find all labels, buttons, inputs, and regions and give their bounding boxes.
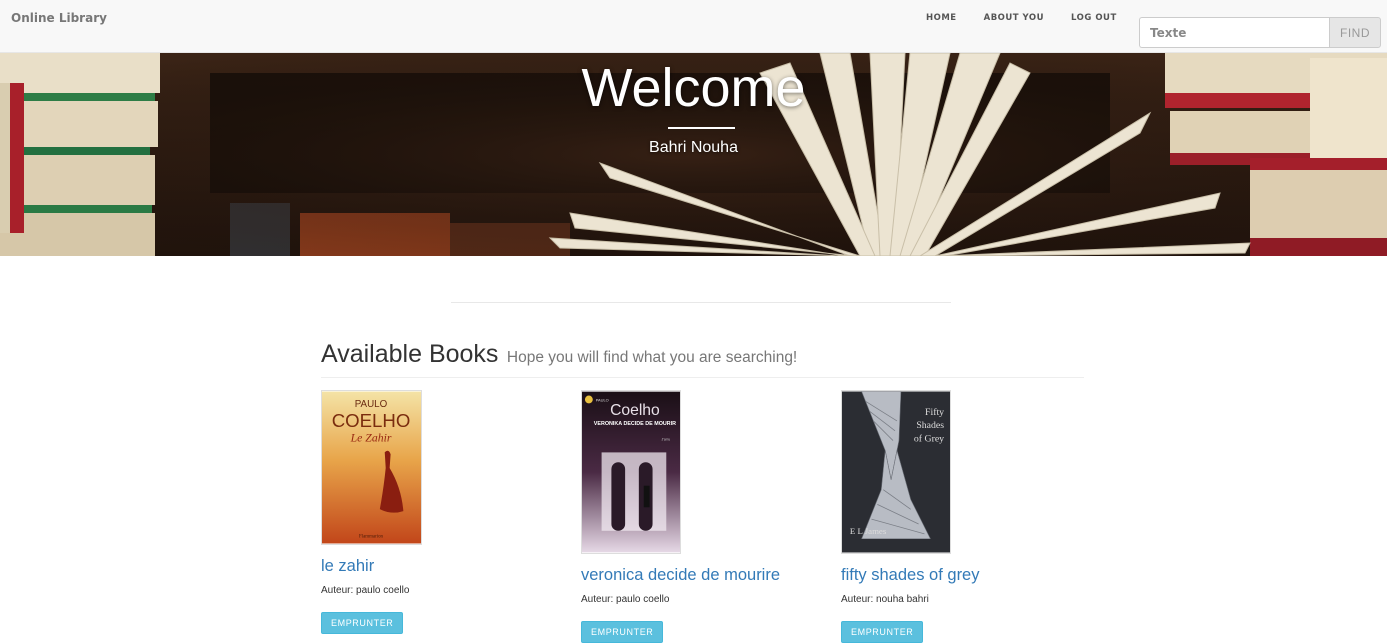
cover-title: Le Zahir	[350, 432, 392, 445]
book-cover-image[interactable]: PAULO Coelho VERONIKA DECIDE DE MOURIR J…	[581, 390, 681, 554]
hero-title: Welcome	[581, 58, 806, 118]
cover-word-grey: of Grey	[914, 434, 944, 445]
navbar: Online Library HOME ABOUT YOU LOG OUT FI…	[0, 0, 1387, 53]
cover-title: VERONIKA DECIDE DE MOURIR	[594, 421, 676, 427]
book-title-link[interactable]: le zahir	[321, 557, 561, 576]
book-card: PAULO COELHO Le Zahir Flammarion le zahi…	[321, 390, 561, 634]
cover-surname: Coelho	[610, 402, 660, 419]
book-title-link[interactable]: fifty shades of grey	[841, 566, 1081, 585]
section-title: Available Books	[321, 340, 499, 368]
cover-author: E L James	[850, 526, 887, 536]
book-title-link[interactable]: veronica decide de mourire	[581, 566, 821, 585]
hero-banner: Welcome Bahri Nouha	[0, 53, 1387, 256]
hero-divider	[668, 127, 735, 129]
cover-word-fifty: Fifty	[925, 407, 944, 418]
cover-publisher: J'ai lu	[662, 438, 671, 442]
borrow-button[interactable]: EMPRUNTER	[841, 621, 924, 643]
nav-links: HOME ABOUT YOU LOG OUT	[926, 13, 1144, 23]
book-card: PAULO Coelho VERONIKA DECIDE DE MOURIR J…	[581, 390, 821, 643]
hero-subtitle: Bahri Nouha	[649, 139, 738, 156]
search-input[interactable]	[1139, 17, 1329, 48]
book-card: Fifty Shades of Grey E L James fifty sha…	[841, 390, 1081, 643]
borrow-button[interactable]: EMPRUNTER	[321, 612, 404, 634]
section-header: Available Books Hope you will find what …	[321, 340, 1084, 378]
book-author: Auteur: paulo coello	[321, 585, 410, 596]
cover-publisher: Flammarion	[359, 535, 383, 540]
cover-author: PAULO	[355, 399, 388, 410]
book-author: Auteur: nouha bahri	[841, 594, 929, 605]
book-cover-image[interactable]: PAULO COELHO Le Zahir Flammarion	[321, 390, 422, 545]
cover-surname: COELHO	[332, 410, 411, 431]
content-divider	[451, 302, 951, 303]
search-form: FIND	[1139, 17, 1381, 48]
section-subtitle: Hope you will find what you are searchin…	[506, 349, 798, 366]
borrow-button[interactable]: EMPRUNTER	[581, 621, 664, 643]
cover-word-shades: Shades	[916, 420, 944, 431]
cover-author: PAULO	[596, 397, 609, 402]
nav-home-link[interactable]: HOME	[926, 13, 957, 23]
book-author: Auteur: paulo coello	[581, 594, 670, 605]
nav-about-link[interactable]: ABOUT YOU	[984, 13, 1044, 23]
book-cover-image[interactable]: Fifty Shades of Grey E L James	[841, 390, 951, 554]
brand-link[interactable]: Online Library	[11, 11, 107, 25]
nav-logout-link[interactable]: LOG OUT	[1071, 13, 1117, 23]
find-button[interactable]: FIND	[1329, 17, 1381, 48]
